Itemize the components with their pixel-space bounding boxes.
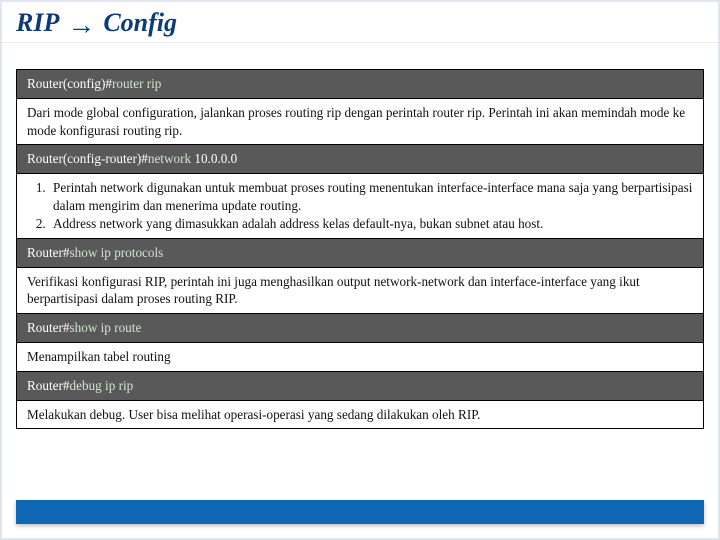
command-text: show ip route (70, 320, 142, 335)
arrow-right-icon: → (67, 11, 95, 39)
title-bar: RIP → Config (2, 2, 718, 43)
desc-text: Menampilkan tabel routing (17, 342, 704, 371)
desc-row: Dari mode global configuration, jalankan… (17, 98, 704, 145)
title-word-config: Config (103, 8, 177, 38)
footer-accent-bar (16, 500, 704, 524)
desc-text: Melakukan debug. User bisa melihat opera… (17, 400, 704, 429)
command-text: router rip (112, 76, 161, 91)
command-text: debug ip rip (70, 378, 134, 393)
list-item: Perintah network digunakan untuk membuat… (49, 179, 693, 215)
prompt: Router# (27, 320, 70, 335)
ordered-list: Perintah network digunakan untuk membuat… (27, 179, 693, 232)
desc-row: Menampilkan tabel routing (17, 342, 704, 371)
cmd-row-show-route: Router#show ip route (17, 314, 704, 343)
command-text: network (148, 151, 191, 166)
cmd-row-show-protocols: Router#show ip protocols (17, 238, 704, 267)
desc-text: Dari mode global configuration, jalankan… (17, 98, 704, 145)
title-word-rip: RIP (16, 8, 59, 38)
config-table: Router(config)#router rip Dari mode glob… (16, 69, 704, 429)
command-arg: 10.0.0.0 (191, 151, 237, 166)
prompt: Router(config-router)# (27, 151, 148, 166)
command-text: show ip protocols (70, 245, 164, 260)
cmd-row-debug: Router#debug ip rip (17, 371, 704, 400)
desc-row: Melakukan debug. User bisa melihat opera… (17, 400, 704, 429)
desc-row-list: Perintah network digunakan untuk membuat… (17, 174, 704, 238)
prompt: Router(config)# (27, 76, 112, 91)
cmd-row-router-rip: Router(config)#router rip (17, 70, 704, 99)
page-title: RIP → Config (16, 8, 704, 42)
slide: RIP → Config Router(config)#router rip D… (0, 0, 720, 540)
cmd-row-network: Router(config-router)#network 10.0.0.0 (17, 145, 704, 174)
prompt: Router# (27, 245, 70, 260)
desc-text: Verifikasi konfigurasi RIP, perintah ini… (17, 267, 704, 314)
prompt: Router# (27, 378, 70, 393)
desc-row: Verifikasi konfigurasi RIP, perintah ini… (17, 267, 704, 314)
list-item: Address network yang dimasukkan adalah a… (49, 215, 693, 233)
